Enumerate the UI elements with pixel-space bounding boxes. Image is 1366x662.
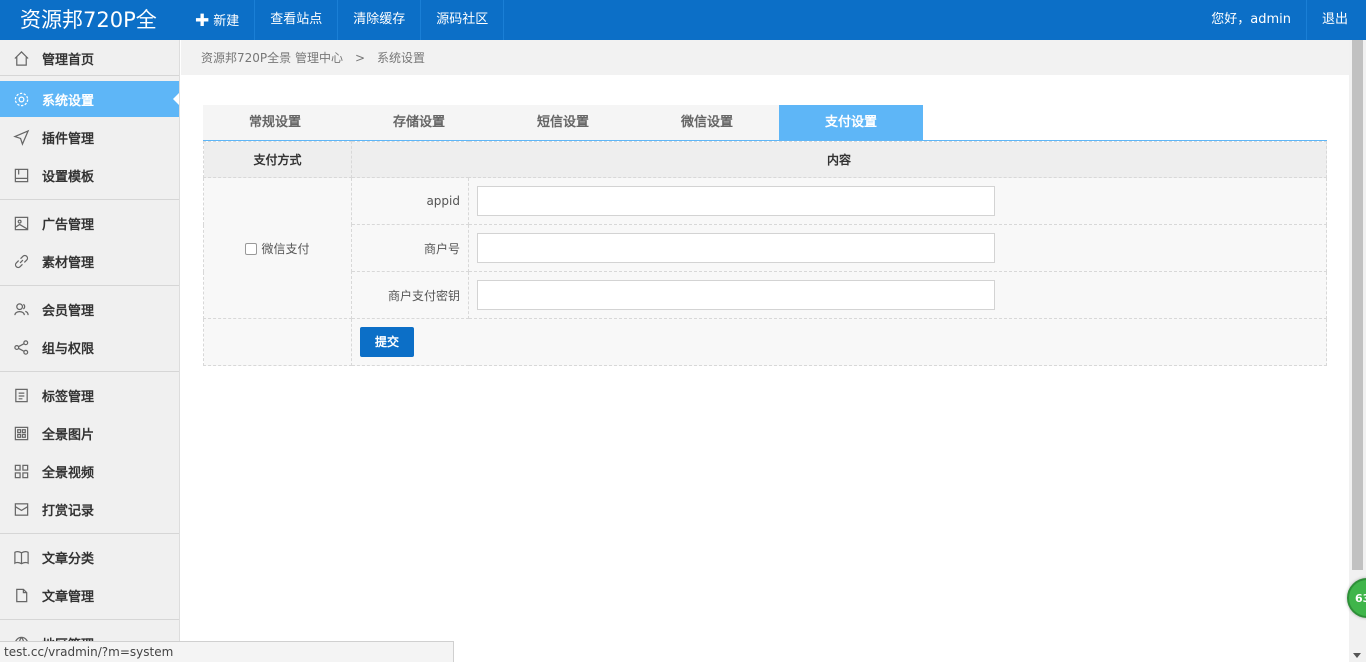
book-icon [12,548,30,566]
submit-cell: 提交 [351,318,1327,366]
sidebar-item-label: 广告管理 [42,217,95,233]
field-cell [468,271,1327,319]
tab-wechat[interactable]: 微信设置 [635,105,779,140]
sidebar-item-groups[interactable]: 组与权限 [0,329,179,365]
sidebar-item-label: 文章分类 [42,551,95,567]
sidebar-item-plugins[interactable]: 插件管理 [0,119,179,155]
sidebar-item-materials[interactable]: 素材管理 [0,243,179,279]
file-icon [12,586,30,604]
sidebar-item-system-settings[interactable]: 系统设置 [0,81,179,117]
sidebar-item-label: 系统设置 [42,93,95,109]
sidebar-item-label: 标签管理 [42,389,95,405]
vertical-scrollbar[interactable] [1349,40,1366,662]
field-label-appid: appid [351,177,469,225]
appid-input[interactable] [477,186,995,216]
sidebar-item-label: 打赏记录 [42,503,95,519]
sidebar-item-article-categories[interactable]: 文章分类 [0,539,179,575]
sidebar-item-label: 素材管理 [42,255,95,271]
template-icon [12,166,30,184]
sidebar-item-label: 会员管理 [42,303,95,319]
tab-sms[interactable]: 短信设置 [491,105,635,140]
clear-cache-link[interactable]: 清除缓存 [338,0,422,40]
sidebar-item-pano-images[interactable]: 全景图片 [0,415,179,451]
sidebar-item-label: 全景图片 [42,427,95,443]
sidebar-divider [0,285,179,286]
breadcrumb-current: 系统设置 [377,51,426,65]
grid-icon [12,424,30,442]
sidebar-divider [0,619,179,620]
scrollbar-thumb[interactable] [1352,40,1363,570]
sidebar-item-label: 管理首页 [42,52,95,68]
greeting-text: 您好，admin [1196,0,1307,40]
submit-row: 提交 [203,318,1327,366]
sidebar-item-label: 全景视频 [42,465,95,481]
header-payment-method: 支付方式 [203,141,352,178]
submit-button[interactable]: 提交 [360,327,414,357]
sidebar-divider [0,533,179,534]
wechat-pay-label[interactable]: 微信支付 [261,242,309,256]
sidebar-item-label: 组与权限 [42,341,95,357]
sidebar-divider [0,371,179,372]
send-icon [12,128,30,146]
table-row: 微信支付 appid [203,177,1327,319]
merchant-id-input[interactable] [477,233,995,263]
brand-logo[interactable]: 资源邦720P全 [0,0,180,40]
field-cell [468,224,1327,272]
table-row: 商户支付密钥 [204,271,1327,319]
status-url: test.cc/vradmin/?m=system [0,641,454,662]
gear-icon [12,90,30,108]
breadcrumb: 资源邦720P全景 管理中心 > 系统设置 [181,40,1349,75]
wechat-pay-checkbox[interactable] [245,242,258,255]
tab-general[interactable]: 常规设置 [203,105,347,140]
breadcrumb-separator: > [354,51,366,65]
logout-link[interactable]: 退出 [1307,0,1348,40]
sidebar-item-label: 设置模板 [42,169,95,185]
image-icon [12,214,30,232]
inbox-icon [12,500,30,518]
field-cell [468,177,1327,225]
new-button[interactable]: ✚ 新建 [180,0,256,40]
scroll-down-arrow-icon[interactable] [1353,653,1361,658]
squares-icon [12,462,30,480]
tab-storage[interactable]: 存储设置 [347,105,491,140]
payment-method-cell: 微信支付 [203,177,352,319]
sidebar-item-articles[interactable]: 文章管理 [0,577,179,613]
plus-icon: ✚ [195,11,210,31]
top-nav: ✚ 新建 查看站点 清除缓存 源码社区 [180,0,505,40]
view-site-link[interactable]: 查看站点 [255,0,339,40]
empty-cell [203,318,352,366]
sidebar-item-ads[interactable]: 广告管理 [0,205,179,241]
sidebar-item-tags[interactable]: 标签管理 [0,377,179,413]
sidebar-item-members[interactable]: 会员管理 [0,291,179,327]
top-bar: 资源邦720P全 ✚ 新建 查看站点 清除缓存 源码社区 您好，admin 退出 [0,0,1366,40]
merchant-key-input[interactable] [477,280,995,310]
settings-tabs: 常规设置 存储设置 短信设置 微信设置 支付设置 [203,105,1327,141]
field-label-merchant-id: 商户号 [351,224,469,272]
link-icon [12,252,30,270]
sidebar-item-pano-videos[interactable]: 全景视频 [0,453,179,489]
field-label-merchant-key: 商户支付密钥 [351,271,469,319]
sidebar-divider [0,199,179,200]
home-icon [12,49,30,67]
sidebar: 管理首页 系统设置 插件管理 设置模板 广告管理 素材管理 会员管理 组与权限 … [0,40,180,662]
sidebar-item-templates[interactable]: 设置模板 [0,157,179,193]
sidebar-item-home[interactable]: 管理首页 [0,40,179,76]
breadcrumb-root[interactable]: 资源邦720P全景 管理中心 [201,51,343,65]
community-link[interactable]: 源码社区 [421,0,505,40]
table-header-row: 支付方式 内容 [203,141,1327,178]
sidebar-item-rewards[interactable]: 打赏记录 [0,491,179,527]
new-label: 新建 [213,14,240,29]
payment-settings-table: 支付方式 内容 微信支付 appid 商户号 商户支付密钥 提交 [203,141,1327,366]
sidebar-item-label: 插件管理 [42,131,95,147]
user-area: 您好，admin 退出 [1196,0,1348,40]
share-icon [12,338,30,356]
sidebar-divider [0,75,179,76]
doc-list-icon [12,386,30,404]
users-icon [12,300,30,318]
table-row: 商户号 [204,224,1327,272]
tab-payment[interactable]: 支付设置 [779,105,923,140]
sidebar-item-label: 文章管理 [42,589,95,605]
header-content: 内容 [351,141,1327,178]
